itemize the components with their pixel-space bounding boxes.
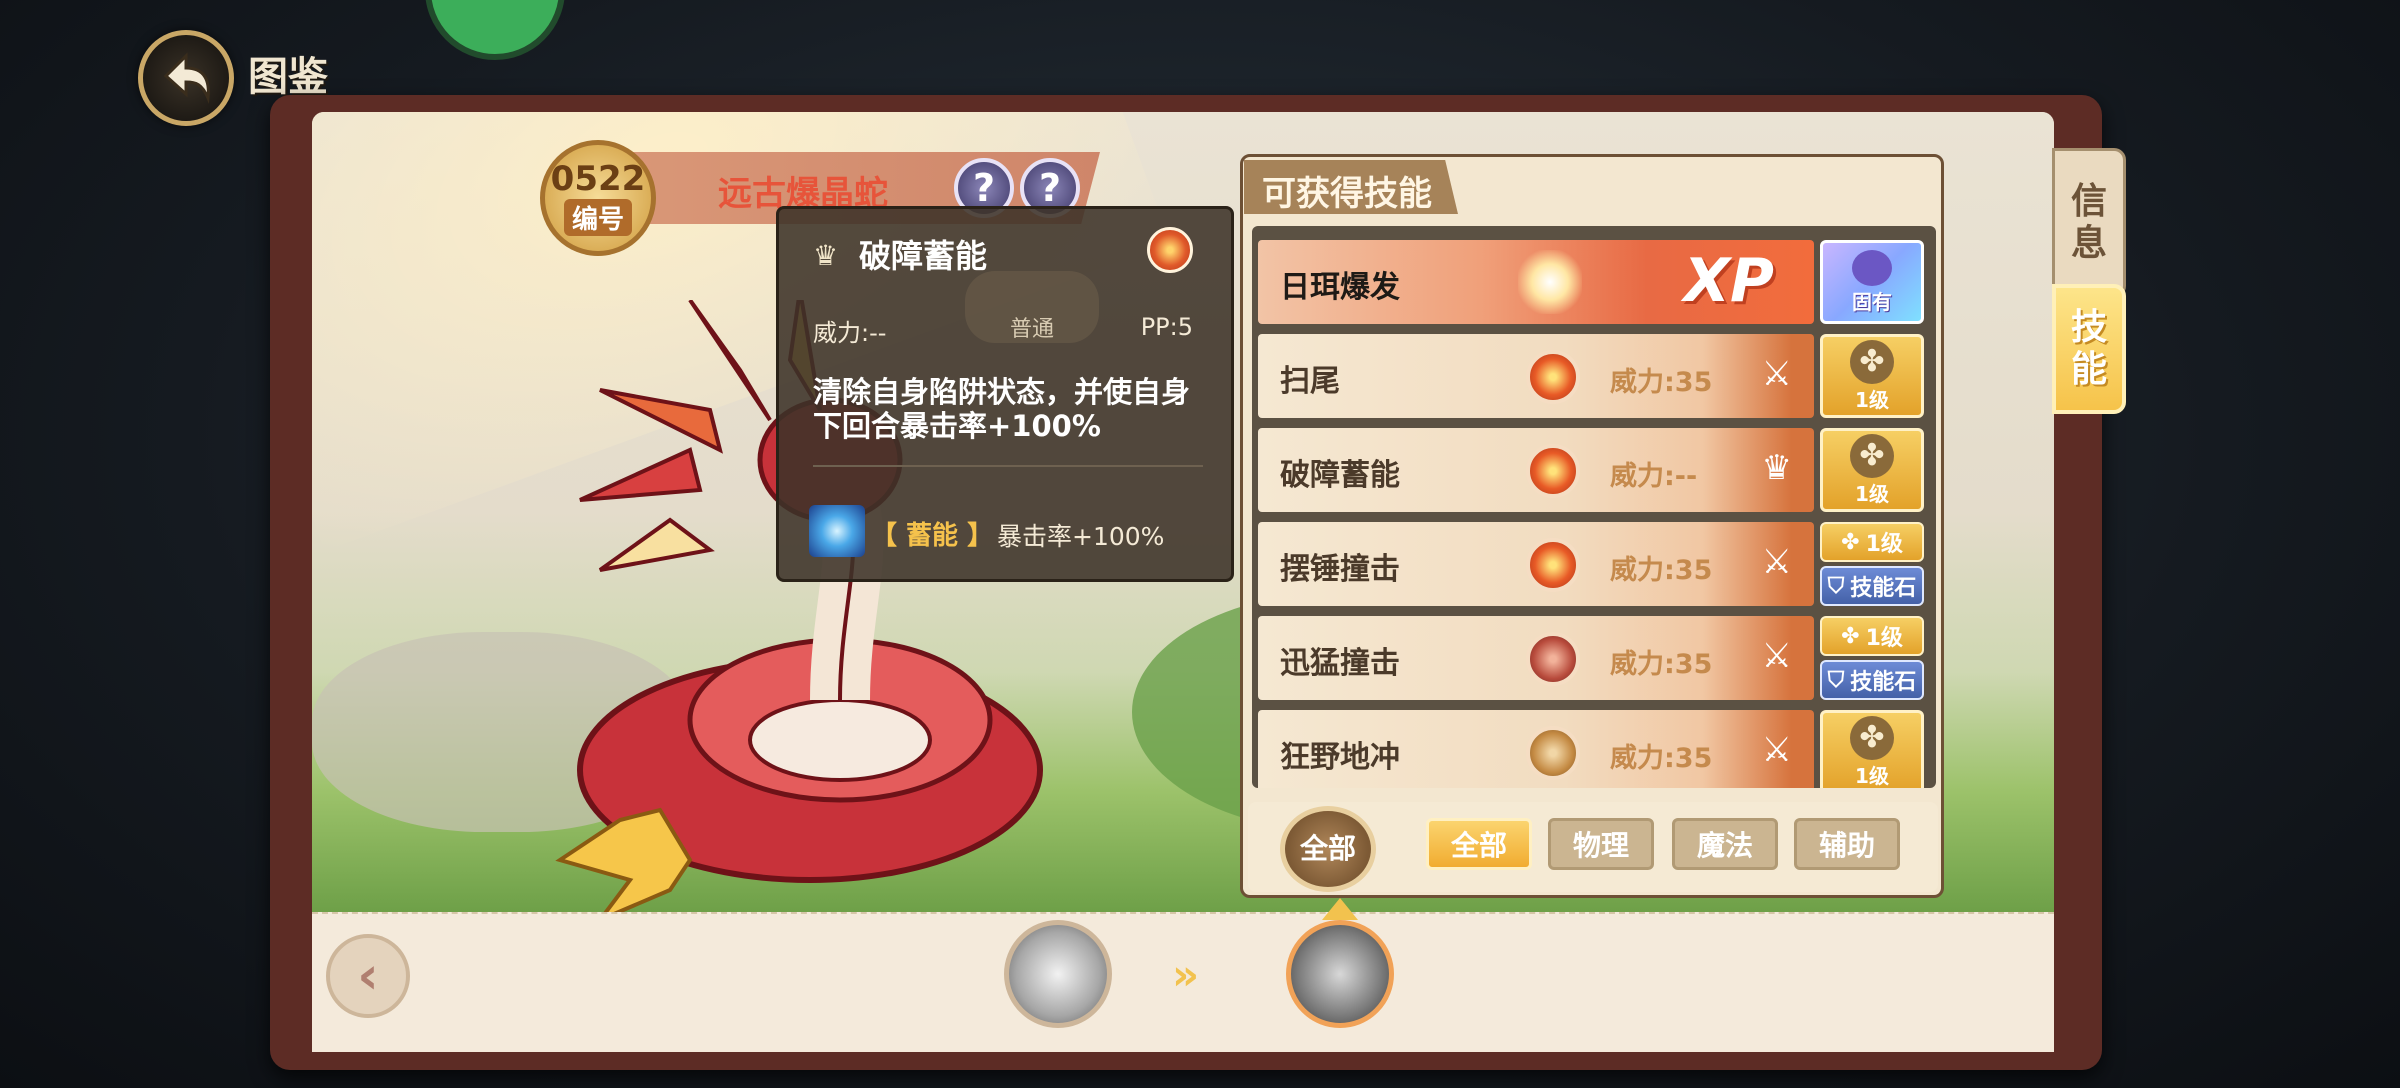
fire-type-icon	[1526, 444, 1580, 498]
double-chevron-icon: »	[1172, 950, 1200, 999]
charge-effect-icon	[809, 505, 865, 557]
tooltip-divider	[813, 465, 1203, 467]
xp-label: XP	[1683, 246, 1774, 316]
current-pointer-icon	[1322, 898, 1358, 920]
skill-name: 狂野地冲	[1280, 740, 1400, 775]
dragon-type-icon	[1526, 632, 1580, 686]
shield-icon: ⛉	[1827, 573, 1845, 599]
filter-magic-button[interactable]: 魔法	[1672, 818, 1778, 870]
tooltip-effect-tag: 【 蓄能 】	[871, 521, 994, 551]
ground-type-icon	[1526, 726, 1580, 780]
clover-icon: ✤	[1841, 529, 1860, 555]
filter-all-circle-button[interactable]: 全部	[1280, 806, 1376, 892]
sword-icon: ⚔	[1761, 730, 1792, 770]
innate-badge-text: 固有	[1852, 289, 1892, 314]
clover-icon: ✤	[1850, 715, 1894, 760]
skill-power: 威力:35	[1610, 555, 1713, 586]
level-badge: ✤ 1级	[1820, 710, 1924, 788]
skill-stone-badge: ⛉ 技能石	[1820, 660, 1924, 700]
skill-name: 摆锤撞击	[1280, 552, 1400, 587]
skill-row[interactable]: 扫尾 威力:35 ⚔ ✤ 1级	[1258, 334, 1930, 418]
skill-name: 破障蓄能	[1280, 458, 1400, 493]
clover-icon: ✤	[1841, 623, 1860, 649]
clover-icon: ✤	[1850, 433, 1894, 478]
top-green-badge	[425, 0, 565, 60]
level-text: 1级	[1855, 481, 1889, 506]
level-text: 1级	[1865, 532, 1903, 557]
tooltip-category: 普通	[965, 271, 1099, 343]
pet-number-badge: 0522 编号	[540, 140, 656, 256]
tab-skills[interactable]: 技能	[2052, 284, 2126, 414]
pet-number: 0522	[550, 158, 646, 199]
tooltip-description: 清除自身陷阱状态，并使自身下回合暴击率+100%	[813, 375, 1191, 443]
skills-list[interactable]: 日珥爆发 XP 固有 扫尾 威力:35 ⚔ ✤ 1级 破障蓄能 威力:-- ♛ …	[1252, 226, 1936, 788]
skill-name: 日珥爆发	[1280, 270, 1400, 305]
sword-icon: ⚔	[1761, 542, 1792, 582]
skill-row[interactable]: 狂野地冲 威力:35 ⚔ ✤ 1级	[1258, 710, 1930, 788]
tooltip-effect-text: 暴击率+100%	[997, 522, 1165, 551]
filter-all-button[interactable]: 全部	[1426, 818, 1532, 870]
clover-icon: ✤	[1850, 339, 1894, 384]
evolution-stage-2[interactable]	[1286, 920, 1394, 1028]
skill-power: 威力:--	[1610, 461, 1698, 492]
tab-info[interactable]: 信息	[2052, 148, 2126, 298]
fire-type-icon	[1147, 227, 1193, 273]
skills-panel-title: 可获得技能	[1262, 174, 1432, 214]
previous-arrow-button[interactable]: ‹	[326, 934, 410, 1018]
level-text: 1级	[1855, 387, 1889, 412]
evolution-stage-1[interactable]	[1004, 920, 1112, 1028]
skill-stone-text: 技能石	[1850, 670, 1917, 695]
tooltip-power: 威力:--	[813, 319, 887, 347]
skill-power: 威力:35	[1610, 743, 1713, 774]
tooltip-skill-name: 破障蓄能	[859, 237, 988, 275]
skill-row[interactable]: 摆锤撞击 威力:35 ⚔ ✤ 1级 ⛉ 技能石	[1258, 522, 1930, 606]
burst-icon	[1518, 250, 1582, 314]
level-text: 1级	[1855, 763, 1889, 788]
skill-stone-badge: ⛉ 技能石	[1820, 566, 1924, 606]
crown-icon: ♛	[813, 239, 839, 272]
filter-physical-button[interactable]: 物理	[1548, 818, 1654, 870]
level-text: 1级	[1865, 626, 1903, 651]
skill-row[interactable]: 破障蓄能 威力:-- ♛ ✤ 1级	[1258, 428, 1930, 512]
skill-name: 扫尾	[1280, 364, 1340, 399]
fire-type-icon	[1526, 538, 1580, 592]
page-title: 图鉴	[248, 54, 328, 100]
pet-number-label: 编号	[563, 198, 632, 236]
filter-support-button[interactable]: 辅助	[1794, 818, 1900, 870]
tooltip-pp: PP:5	[1140, 313, 1193, 341]
crown-icon: ♛	[1761, 448, 1792, 488]
level-badge: ✤ 1级	[1820, 428, 1924, 512]
skill-row[interactable]: 日珥爆发 XP 固有	[1258, 240, 1930, 324]
level-badge: ✤ 1级	[1820, 334, 1924, 418]
skill-stone-text: 技能石	[1850, 576, 1917, 601]
skill-power: 威力:35	[1610, 649, 1713, 680]
back-button[interactable]	[138, 30, 234, 126]
level-badge: ✤ 1级	[1820, 616, 1924, 656]
innate-badge: 固有	[1820, 240, 1924, 324]
back-arrow-icon	[163, 52, 210, 104]
skill-name: 迅猛撞击	[1280, 646, 1400, 681]
shield-icon: ⛉	[1827, 667, 1845, 693]
skill-tooltip: ♛ 破障蓄能 普通 威力:-- PP:5 清除自身陷阱状态，并使自身下回合暴击率…	[776, 206, 1234, 582]
fire-type-icon	[1526, 350, 1580, 404]
level-badge: ✤ 1级	[1820, 522, 1924, 562]
sword-icon: ⚔	[1761, 636, 1792, 676]
sword-icon: ⚔	[1761, 354, 1792, 394]
swirl-icon	[1852, 249, 1892, 286]
skill-row[interactable]: 迅猛撞击 威力:35 ⚔ ✤ 1级 ⛉ 技能石	[1258, 616, 1930, 700]
skill-power: 威力:35	[1610, 367, 1713, 398]
